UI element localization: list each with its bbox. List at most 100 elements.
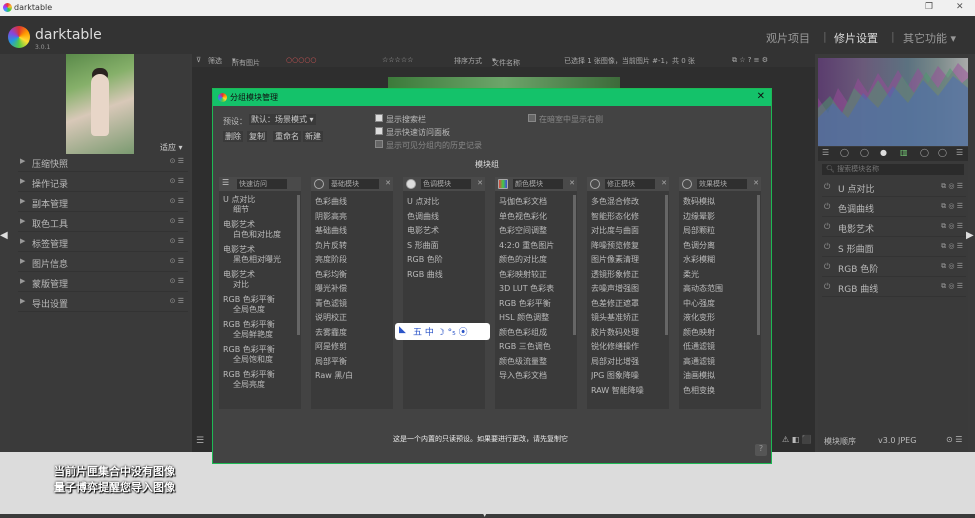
group-module-item[interactable]: 色调分离 <box>683 239 757 254</box>
module-mask-manager[interactable]: ▶ 蒙版管理 ⊙ ☰ <box>18 274 188 292</box>
group-module-item[interactable]: 高动态范围 <box>683 282 757 297</box>
group-module-item[interactable]: 数码模拟 <box>683 195 757 210</box>
left-bottom-menu-icon[interactable]: ☰ <box>196 436 204 446</box>
module-tagging[interactable]: ▶ 标签管理 ⊙ ☰ <box>18 234 188 252</box>
module-actions-icon[interactable]: ⊙ ☰ <box>170 237 184 245</box>
right-side-checkbox[interactable] <box>528 114 536 122</box>
module-actions-icon[interactable]: ⧉ ◎ ☰ <box>941 182 963 191</box>
module-color-picker[interactable]: ▶ 取色工具 ⊙ ☰ <box>18 214 188 232</box>
module-actions-icon[interactable]: ⊙ ☰ <box>170 277 184 285</box>
group-module-item[interactable]: RGB 色彩平衡 <box>499 297 573 312</box>
group-module-item[interactable]: 色差修正遮罩 <box>591 297 665 312</box>
module-actions-icon[interactable]: ⧉ ◎ ☰ <box>941 262 963 271</box>
group-module-item[interactable]: 电影艺术 <box>407 224 481 239</box>
group-module-item[interactable]: 去雾霾度 <box>315 326 389 341</box>
group-module-item[interactable]: 液化变形 <box>683 311 757 326</box>
group-module-item[interactable]: RGB 色阶 <box>407 253 481 268</box>
group-module-item[interactable]: RAW 智能降噪 <box>591 384 665 399</box>
rating-filter[interactable]: ☆☆☆☆☆ <box>382 56 413 64</box>
module-actions-icon[interactable]: ⊙ ☰ <box>170 197 184 205</box>
group-module-item[interactable]: 3D LUT 色彩表 <box>499 282 573 297</box>
remove-group-icon[interactable]: ✕ <box>385 179 391 187</box>
group-module-item[interactable]: 高通滤镜 <box>683 355 757 370</box>
group-module-item[interactable]: 色调曲线 <box>407 210 481 225</box>
scrollbar[interactable] <box>297 195 300 335</box>
power-icon[interactable]: ⏻ <box>824 282 830 292</box>
group-module-item[interactable]: 颜色的对比度 <box>499 253 573 268</box>
close-button[interactable]: ✕ <box>956 2 964 12</box>
navigation-fit-button[interactable]: 适应 ▾ <box>160 142 183 153</box>
group-module-item[interactable]: 色彩映射较正 <box>499 268 573 283</box>
filter-select[interactable]: 所有图片 ▾ <box>232 56 260 67</box>
module-order-actions-icon[interactable]: ⊙ ☰ <box>946 435 962 444</box>
group-name-input[interactable]: 效果模块 <box>697 179 747 189</box>
input-method-toolbar[interactable]: ◣ 五 中 ☽ °₅ ⦿ <box>395 323 490 340</box>
group-name-input[interactable]: 修正模块 <box>605 179 655 189</box>
group-module-item[interactable]: 色彩空间调整 <box>499 224 573 239</box>
module-export[interactable]: ▶ 导出设置 ⊙ ☰ <box>18 294 188 312</box>
view-lighttable[interactable]: 观片项目 <box>766 30 810 46</box>
module-actions-icon[interactable]: ⊙ ☰ <box>170 217 184 225</box>
power-icon[interactable]: ⏻ <box>824 202 830 212</box>
group-module-item[interactable]: 青色滤镜 <box>315 297 389 312</box>
group-module-item[interactable]: 边缘晕影 <box>683 210 757 225</box>
basic-group-icon[interactable]: ◯ <box>860 148 869 157</box>
group-module-item[interactable]: RGB 色彩平衡 全局鲜艳度 <box>223 320 297 340</box>
group-module-item[interactable]: 水彩模糊 <box>683 253 757 268</box>
view-darkroom[interactable]: 修片设置 <box>834 30 878 46</box>
group-module-item[interactable]: RGB 色彩平衡 全局亮度 <box>223 370 297 390</box>
image-thumbnail[interactable] <box>66 54 134 154</box>
group-module-item[interactable]: HSL 颜色调整 <box>499 311 573 326</box>
scrollbar[interactable] <box>573 195 576 335</box>
auto-fold-checkbox[interactable] <box>375 140 383 148</box>
bottom-tool-icons[interactable]: ⚠ ◧ ⬛ <box>782 435 812 444</box>
group-name-input[interactable]: 基础模块 <box>329 179 379 189</box>
color-group-icon[interactable]: ▥ <box>900 148 908 157</box>
module-duplicate[interactable]: ▶ 副本管理 ⊙ ☰ <box>18 194 188 212</box>
ime-status[interactable]: 五 中 ☽ °₅ ⦿ <box>413 325 468 338</box>
group-module-item[interactable]: 去噪声增强图 <box>591 282 665 297</box>
group-module-item[interactable]: 颜色色彩组成 <box>499 326 573 341</box>
group-module-item[interactable]: 图片像素清理 <box>591 253 665 268</box>
tone-group-icon[interactable]: ● <box>880 148 887 157</box>
group-module-item[interactable]: 降噪预览修复 <box>591 239 665 254</box>
module-group-tabs[interactable]: ☰ ◯ ◯ ● ▥ ◯ ◯ ☰ <box>818 147 968 161</box>
group-module-item[interactable]: RGB 色彩平衡 全局饱和度 <box>223 345 297 365</box>
help-button[interactable]: ? <box>755 444 767 456</box>
group-module-item[interactable]: 胶片数码处理 <box>591 326 665 341</box>
module-image-info[interactable]: ▶ 图片信息 ⊙ ☰ <box>18 254 188 272</box>
histogram[interactable] <box>818 58 968 146</box>
left-panel-toggle-icon[interactable]: ◀ <box>0 230 8 241</box>
module-actions-icon[interactable]: ⊙ ☰ <box>170 177 184 185</box>
remove-group-icon[interactable]: ✕ <box>753 179 759 187</box>
module-actions-icon[interactable]: ⧉ ◎ ☰ <box>941 202 963 211</box>
module-rgb-levels[interactable]: ⏻ RGB 色阶 ⧉ ◎ ☰ <box>822 259 966 277</box>
active-modules-icon[interactable]: ◯ <box>840 148 849 157</box>
right-panel-toggle-icon[interactable]: ▶ <box>966 230 974 241</box>
group-module-item[interactable]: 电影艺术 白色和对比度 <box>223 220 297 240</box>
group-module-item[interactable]: 低通滤镜 <box>683 340 757 355</box>
effect-group-icon[interactable]: ◯ <box>938 148 947 157</box>
bottom-panel-toggle-icon[interactable]: ▼ <box>482 510 487 518</box>
new-button[interactable]: 新建 <box>303 131 323 142</box>
module-tone-curve[interactable]: ⏻ 色调曲线 ⧉ ◎ ☰ <box>822 199 966 217</box>
group-module-item[interactable]: 阿是修剪 <box>315 340 389 355</box>
power-icon[interactable]: ⏻ <box>824 262 830 272</box>
group-module-item[interactable]: 对比度与曲面 <box>591 224 665 239</box>
module-history[interactable]: ▶ 操作记录 ⊙ ☰ <box>18 174 188 192</box>
group-module-item[interactable]: 局部颗粒 <box>683 224 757 239</box>
power-icon[interactable]: ⏻ <box>824 222 830 232</box>
delete-button[interactable]: 删除 <box>223 131 243 142</box>
module-u-point[interactable]: ⏻ U 点对比 ⧉ ◎ ☰ <box>822 179 966 197</box>
module-rgb-curve[interactable]: ⏻ RGB 曲线 ⧉ ◎ ☰ <box>822 279 966 297</box>
module-actions-icon[interactable]: ⧉ ◎ ☰ <box>941 242 963 251</box>
module-actions-icon[interactable]: ⧉ ◎ ☰ <box>941 282 963 291</box>
group-module-item[interactable]: 单色视色彩化 <box>499 210 573 225</box>
remove-group-icon[interactable]: ✕ <box>569 179 575 187</box>
color-label-filter-icon[interactable]: ○○○○○ <box>286 56 317 64</box>
module-actions-icon[interactable]: ⊙ ☰ <box>170 157 184 165</box>
module-search-input[interactable]: 🔍︎ 搜索模块名称 <box>822 164 964 175</box>
group-module-item[interactable]: 颜色映射 <box>683 326 757 341</box>
scrollbar[interactable] <box>757 195 760 335</box>
copy-button[interactable]: 复制 <box>247 131 267 142</box>
